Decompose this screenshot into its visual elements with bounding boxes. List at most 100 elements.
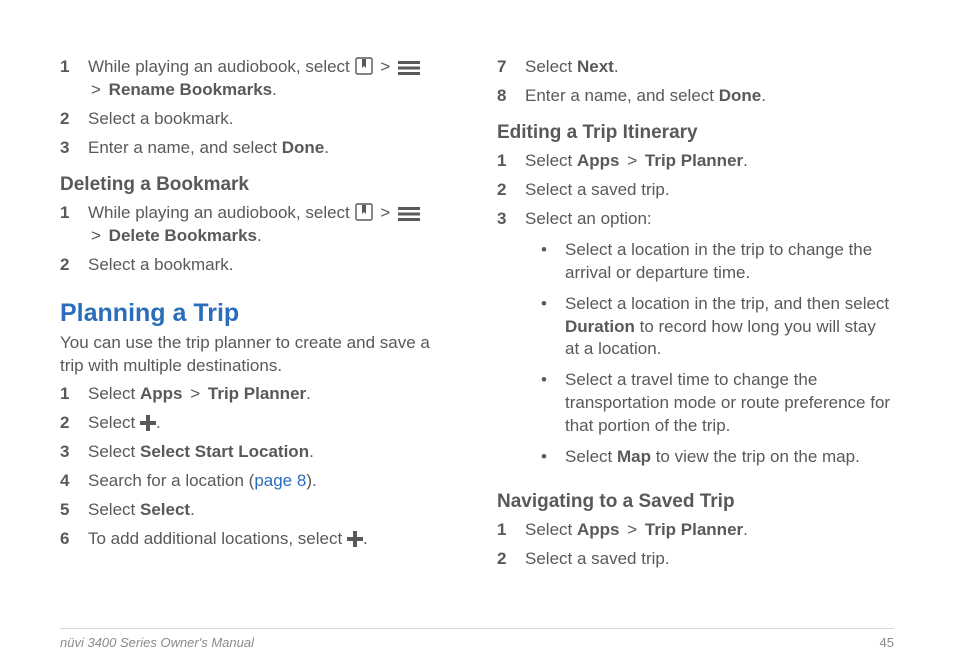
page-footer: nüvi 3400 Series Owner's Manual 45 xyxy=(60,628,894,650)
text-run: Select xyxy=(525,151,577,170)
text-run: Select xyxy=(88,413,140,432)
bold-text: Trip Planner xyxy=(645,520,743,539)
step-text: Select Apps > Trip Planner. xyxy=(525,519,894,542)
text-run: ). xyxy=(306,471,316,490)
list-item: 7 Select Next. xyxy=(497,56,894,79)
step-number: 5 xyxy=(60,499,88,522)
bullet-dot: • xyxy=(535,446,565,469)
text-run: Select an option: xyxy=(525,209,652,228)
bullet-item: •Select a location in the trip, and then… xyxy=(535,293,894,362)
separator: > xyxy=(380,203,390,222)
text-run: Select xyxy=(88,500,140,519)
planning-trip-steps: 1 Select Apps > Trip Planner. 2 Select .… xyxy=(60,383,457,551)
list-item: 4 Search for a location (page 8). xyxy=(60,470,457,493)
heading-navigating-saved-trip: Navigating to a Saved Trip xyxy=(497,491,894,513)
menu-icon xyxy=(398,207,420,221)
text-run: Select xyxy=(525,57,577,76)
planning-trip-steps-cont: 7 Select Next. 8 Enter a name, and selec… xyxy=(497,56,894,108)
text-run: Select a location in the trip, and then … xyxy=(565,294,889,313)
bullet-text: Select a location in the trip to change … xyxy=(565,239,894,285)
planning-intro: You can use the trip planner to create a… xyxy=(60,332,457,378)
separator: > xyxy=(91,226,101,245)
bullet-text: Select a travel time to change the trans… xyxy=(565,369,894,438)
text-run: . xyxy=(156,413,161,432)
step-text: Search for a location (page 8). xyxy=(88,470,457,493)
text-run: . xyxy=(614,57,619,76)
list-item: 2 Select . xyxy=(60,412,457,435)
plus-icon xyxy=(140,415,156,431)
text-run: . xyxy=(272,80,277,99)
step-number: 2 xyxy=(60,254,88,277)
step-text: While playing an audiobook, select > > R… xyxy=(88,56,457,102)
bold-text: Trip Planner xyxy=(645,151,743,170)
text-run: . xyxy=(324,138,329,157)
page-number: 45 xyxy=(880,635,894,650)
step-text: Select Next. xyxy=(525,56,894,79)
list-item: 2 Select a saved trip. xyxy=(497,179,894,202)
text-run: . xyxy=(257,226,262,245)
step-text: Select a saved trip. xyxy=(525,548,894,571)
step-number: 8 xyxy=(497,85,525,108)
bookmark-ribbon-icon xyxy=(355,57,373,75)
step-number: 1 xyxy=(60,202,88,225)
bullet-text: Select Map to view the trip on the map. xyxy=(565,446,860,469)
text-run: While playing an audiobook, select xyxy=(88,57,355,76)
footer-title: nüvi 3400 Series Owner's Manual xyxy=(60,635,254,650)
page-link[interactable]: page 8 xyxy=(254,471,306,490)
bullet-item: •Select a travel time to change the tran… xyxy=(535,369,894,438)
text-run: Select xyxy=(88,384,140,403)
step-text: Enter a name, and select Done. xyxy=(88,137,457,160)
plus-icon xyxy=(347,531,363,547)
text-run: To add additional locations, select xyxy=(88,529,347,548)
step-text: Select a saved trip. xyxy=(525,179,894,202)
step-text: Select Select Start Location. xyxy=(88,441,457,464)
text-run: Enter a name, and select xyxy=(88,138,282,157)
bold-text: Apps xyxy=(577,151,620,170)
list-item: 6 To add additional locations, select . xyxy=(60,528,457,551)
manual-page: 1 While playing an audiobook, select > >… xyxy=(0,0,954,672)
bold-text: Done xyxy=(719,86,762,105)
text-run: . xyxy=(306,384,311,403)
list-item: 2 Select a saved trip. xyxy=(497,548,894,571)
list-item: 5 Select Select. xyxy=(60,499,457,522)
heading-planning-trip: Planning a Trip xyxy=(60,299,457,328)
text-run: Search for a location ( xyxy=(88,471,254,490)
bold-text: Apps xyxy=(140,384,183,403)
separator: > xyxy=(627,151,637,170)
step-text: Enter a name, and select Done. xyxy=(525,85,894,108)
list-item: 3 Enter a name, and select Done. xyxy=(60,137,457,160)
step-text: To add additional locations, select . xyxy=(88,528,457,551)
step-number: 3 xyxy=(60,441,88,464)
text-run: Select xyxy=(88,442,140,461)
bold-text: Select xyxy=(140,500,190,519)
bullet-item: •Select a location in the trip to change… xyxy=(535,239,894,285)
list-item: 2 Select a bookmark. xyxy=(60,254,457,277)
bold-text: Trip Planner xyxy=(208,384,306,403)
bold-text: Select Start Location xyxy=(140,442,309,461)
list-item: 1 While playing an audiobook, select > >… xyxy=(60,56,457,102)
step-number: 2 xyxy=(497,548,525,571)
bullet-dot: • xyxy=(535,239,565,262)
separator: > xyxy=(380,57,390,76)
step-text: Select . xyxy=(88,412,457,435)
menu-icon xyxy=(398,61,420,75)
list-item: 2 Select a bookmark. xyxy=(60,108,457,131)
bold-text: Rename Bookmarks xyxy=(109,80,272,99)
list-item: 3 Select an option: •Select a location i… xyxy=(497,208,894,477)
list-item: 8 Enter a name, and select Done. xyxy=(497,85,894,108)
list-item: 1 Select Apps > Trip Planner. xyxy=(497,519,894,542)
editing-itinerary-steps: 1 Select Apps > Trip Planner. 2 Select a… xyxy=(497,150,894,477)
text-run: While playing an audiobook, select xyxy=(88,203,355,222)
step-text: Select Apps > Trip Planner. xyxy=(525,150,894,173)
step-number: 3 xyxy=(60,137,88,160)
text-run: Enter a name, and select xyxy=(525,86,719,105)
delete-bookmark-steps: 1 While playing an audiobook, select > >… xyxy=(60,202,457,277)
heading-deleting-bookmark: Deleting a Bookmark xyxy=(60,174,457,196)
bold-text: Done xyxy=(282,138,325,157)
bold-text: Map xyxy=(617,447,651,466)
bold-text: Duration xyxy=(565,317,635,336)
columns: 1 While playing an audiobook, select > >… xyxy=(60,50,894,577)
bullet-dot: • xyxy=(535,369,565,392)
step-text: Select Apps > Trip Planner. xyxy=(88,383,457,406)
text-run: . xyxy=(190,500,195,519)
